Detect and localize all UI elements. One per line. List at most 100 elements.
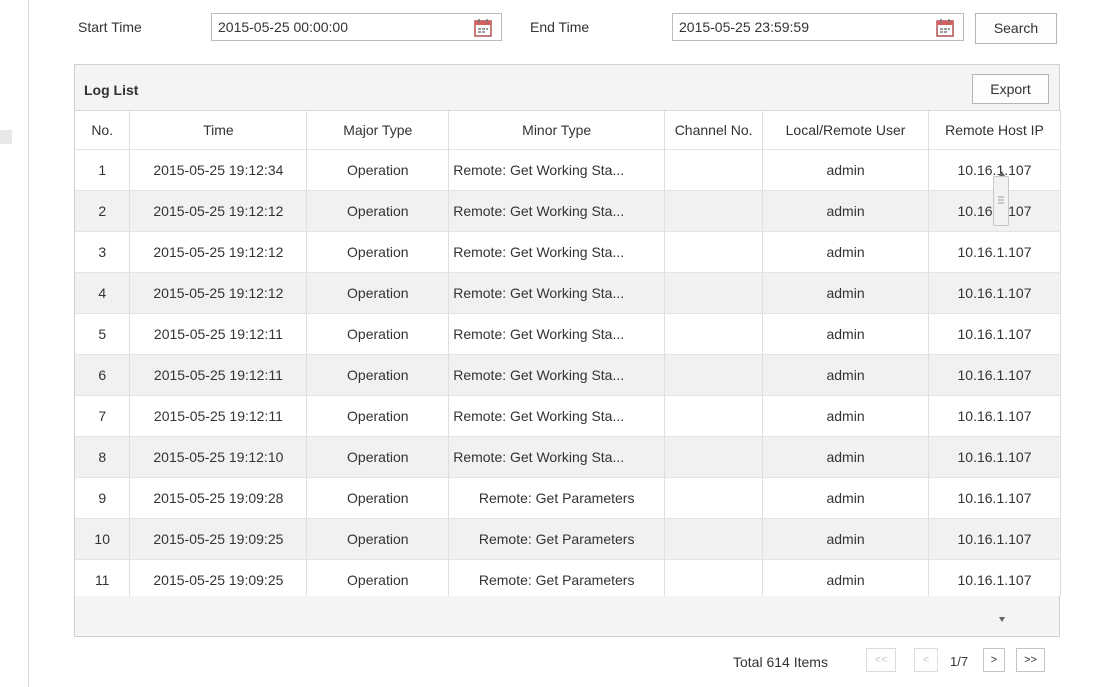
end-time-label: End Time [530, 19, 590, 35]
column-header-time[interactable]: Time [129, 111, 308, 150]
minor-type-cell: Remote: Get Parameters [448, 477, 666, 519]
column-header-no[interactable]: No. [75, 111, 131, 150]
time-cell: 2015-05-25 19:09:25 [129, 559, 308, 596]
minor-type-cell: Remote: Get Working Sta... [448, 149, 666, 191]
start-time-input[interactable]: 2015-05-25 00:00:00 [211, 13, 502, 41]
end-time-input[interactable]: 2015-05-25 23:59:59 [672, 13, 964, 41]
time-cell: 2015-05-25 19:09:25 [129, 518, 308, 560]
minor-type-cell: Remote: Get Parameters [448, 518, 666, 560]
channel-no-cell [664, 436, 764, 478]
end-calendar-icon[interactable] [935, 18, 955, 38]
row-number-cell: 11 [75, 559, 131, 596]
row-number-cell: 9 [75, 477, 131, 519]
minor-type-cell: Remote: Get Working Sta... [448, 272, 666, 314]
user-cell: admin [762, 190, 929, 232]
user-cell: admin [762, 559, 929, 596]
time-cell: 2015-05-25 19:12:12 [129, 190, 308, 232]
user-cell: admin [762, 395, 929, 437]
channel-no-cell [664, 354, 764, 396]
row-number-cell: 2 [75, 190, 131, 232]
start-calendar-icon[interactable] [473, 18, 493, 38]
page-indicator: 1/7 [950, 654, 969, 669]
row-number-cell: 5 [75, 313, 131, 355]
scrollbar-thumb[interactable] [993, 176, 1009, 226]
time-cell: 2015-05-25 19:12:12 [129, 231, 308, 273]
page-edge-marker [0, 130, 12, 144]
table-row[interactable]: 8 2015-05-25 19:12:10 Operation Remote: Get… [75, 436, 1061, 478]
table-row[interactable]: 4 2015-05-25 19:12:12 Operation Remote: Get… [75, 272, 1061, 314]
user-cell: admin [762, 477, 929, 519]
channel-no-cell [664, 477, 764, 519]
column-header-major-type[interactable]: Major Type [306, 111, 450, 150]
channel-no-cell [664, 190, 764, 232]
column-header-user[interactable]: Local/Remote User [762, 111, 929, 150]
table-row[interactable]: 10 2015-05-25 19:09:25 Operation Remote: Ge… [75, 518, 1061, 560]
minor-type-cell: Remote: Get Working Sta... [448, 313, 666, 355]
channel-no-cell [664, 395, 764, 437]
user-cell: admin [762, 272, 929, 314]
table-row[interactable]: 6 2015-05-25 19:12:11 Operation Remote: Get… [75, 354, 1061, 396]
table-row[interactable]: 1 2015-05-25 19:12:34 Operation Remote: Get… [75, 149, 1061, 191]
channel-no-cell [664, 231, 764, 273]
export-button[interactable]: Export [972, 74, 1049, 104]
major-type-cell: Operation [306, 313, 450, 355]
minor-type-cell: Remote: Get Working Sta... [448, 436, 666, 478]
log-list-panel: Log List Export No. Time Major Type Mino… [74, 64, 1061, 637]
last-page-button[interactable]: >> [1016, 648, 1045, 672]
major-type-cell: Operation [306, 395, 450, 437]
search-button[interactable]: Search [975, 13, 1057, 44]
next-page-button[interactable]: > [983, 648, 1005, 672]
column-header-minor-type[interactable]: Minor Type [448, 111, 666, 150]
row-number-cell: 10 [75, 518, 131, 560]
user-cell: admin [762, 354, 929, 396]
user-cell: admin [762, 231, 929, 273]
time-cell: 2015-05-25 19:12:11 [129, 313, 308, 355]
minor-type-cell: Remote: Get Working Sta... [448, 395, 666, 437]
log-list-title: Log List [84, 82, 139, 98]
major-type-cell: Operation [306, 190, 450, 232]
table-header-row: No. Time Major Type Minor Type Channel N… [75, 111, 1061, 150]
major-type-cell: Operation [306, 149, 450, 191]
channel-no-cell [664, 518, 764, 560]
table-scrollbar[interactable] [993, 165, 1011, 622]
major-type-cell: Operation [306, 518, 450, 560]
time-cell: 2015-05-25 19:12:12 [129, 272, 308, 314]
major-type-cell: Operation [306, 436, 450, 478]
time-cell: 2015-05-25 19:09:28 [129, 477, 308, 519]
prev-page-button[interactable]: < [914, 648, 938, 672]
table-row[interactable]: 3 2015-05-25 19:12:12 Operation Remote: Get… [75, 231, 1061, 273]
first-page-button[interactable]: << [866, 648, 896, 672]
minor-type-cell: Remote: Get Working Sta... [448, 354, 666, 396]
time-cell: 2015-05-25 19:12:10 [129, 436, 308, 478]
minor-type-cell: Remote: Get Working Sta... [448, 190, 666, 232]
minor-type-cell: Remote: Get Parameters [448, 559, 666, 596]
table-row[interactable]: 5 2015-05-25 19:12:11 Operation Remote: Get… [75, 313, 1061, 355]
user-cell: admin [762, 149, 929, 191]
major-type-cell: Operation [306, 354, 450, 396]
column-header-channel-no[interactable]: Channel No. [664, 111, 764, 150]
total-items-text: Total 614 Items [733, 654, 828, 670]
major-type-cell: Operation [306, 559, 450, 596]
log-table-container: No. Time Major Type Minor Type Channel N… [75, 110, 1061, 596]
major-type-cell: Operation [306, 231, 450, 273]
channel-no-cell [664, 149, 764, 191]
row-number-cell: 8 [75, 436, 131, 478]
channel-no-cell [664, 559, 764, 596]
row-number-cell: 4 [75, 272, 131, 314]
time-cell: 2015-05-25 19:12:11 [129, 395, 308, 437]
table-row[interactable]: 9 2015-05-25 19:09:28 Operation Remote: Get… [75, 477, 1061, 519]
user-cell: admin [762, 313, 929, 355]
log-table: No. Time Major Type Minor Type Channel N… [75, 111, 1061, 596]
major-type-cell: Operation [306, 477, 450, 519]
table-row[interactable]: 2 2015-05-25 19:12:12 Operation Remote: Get… [75, 190, 1061, 232]
table-row[interactable]: 7 2015-05-25 19:12:11 Operation Remote: Get… [75, 395, 1061, 437]
column-header-remote-host-ip[interactable]: Remote Host IP [928, 111, 1061, 150]
user-cell: admin [762, 518, 929, 560]
table-row[interactable]: 11 2015-05-25 19:09:25 Operation Remote: Ge… [75, 559, 1061, 596]
start-time-label: Start Time [78, 19, 142, 35]
time-cell: 2015-05-25 19:12:34 [129, 149, 308, 191]
row-number-cell: 6 [75, 354, 131, 396]
row-number-cell: 3 [75, 231, 131, 273]
major-type-cell: Operation [306, 272, 450, 314]
scroll-down-arrow-icon[interactable] [999, 617, 1005, 622]
